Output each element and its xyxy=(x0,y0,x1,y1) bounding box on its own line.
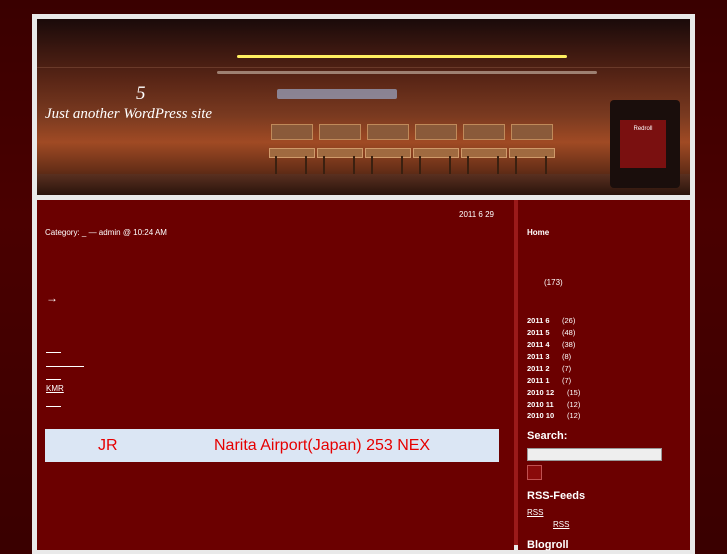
chair xyxy=(269,124,315,174)
light-streak xyxy=(277,89,397,99)
route-banner: JR Narita Airport(Japan) 253 NEX xyxy=(45,429,499,462)
archive-count: (38) xyxy=(562,340,576,349)
kmr-line: KMR xyxy=(46,384,64,393)
chair xyxy=(317,124,363,174)
dash-mark xyxy=(46,360,84,369)
dash-mark xyxy=(46,346,61,355)
post-meta: Category: _ — admin @ 10:24 AM xyxy=(45,228,167,237)
search-heading: Search: xyxy=(527,430,568,442)
light-streak xyxy=(237,55,567,58)
chair xyxy=(461,124,507,174)
archive-item[interactable]: 2010 10 xyxy=(527,411,554,420)
platform-floor xyxy=(37,174,690,195)
trash-bin: Redroll xyxy=(610,100,680,188)
rss-heading: RSS-Feeds xyxy=(527,490,586,502)
post-date: 2011 6 29 xyxy=(459,210,494,219)
light-streak xyxy=(37,67,690,68)
sidebar: Home (173) 2011 6 (26) 2011 5 (48) 2011 … xyxy=(518,200,690,551)
archive-item[interactable]: 2011 2 xyxy=(527,364,550,373)
kmr-link[interactable]: KMR xyxy=(46,384,64,393)
archive-item[interactable]: 2010 11 xyxy=(527,400,554,409)
bin-sign: Redroll xyxy=(620,120,666,168)
rss-comments-link[interactable]: RSS xyxy=(553,520,569,529)
archive-item[interactable]: 2010 12 xyxy=(527,388,554,397)
chair xyxy=(365,124,411,174)
dash-mark xyxy=(46,400,61,409)
blog-title[interactable]: 5 xyxy=(136,83,146,105)
dash-mark xyxy=(46,373,61,382)
light-streak xyxy=(217,71,597,74)
blogroll-heading: Blogroll xyxy=(527,539,569,551)
arrow-icon: → xyxy=(46,291,58,305)
archive-item[interactable]: 2011 4 xyxy=(527,340,550,349)
banner-jr: JR xyxy=(98,437,118,454)
archive-count: (15) xyxy=(567,388,581,397)
blog-description: Just another WordPress site xyxy=(45,106,213,122)
post-count: (173) xyxy=(544,278,563,287)
archive-count: (48) xyxy=(562,328,576,337)
chair xyxy=(413,124,459,174)
archive-count: (8) xyxy=(562,352,572,361)
archive-count: (7) xyxy=(562,376,572,385)
archive-count: (7) xyxy=(562,364,572,373)
sidebar-home-link[interactable]: Home xyxy=(527,228,549,237)
rss-feed-link[interactable]: RSS xyxy=(527,508,543,517)
header-image: Redroll 5 Just another WordPress site xyxy=(37,19,690,195)
archive-item[interactable]: 2011 6 xyxy=(527,316,550,325)
banner-narita: Narita Airport(Japan) 253 NEX xyxy=(214,437,431,454)
main-content: 2011 6 29 Category: _ — admin @ 10:24 AM… xyxy=(37,200,514,550)
search-input[interactable] xyxy=(527,448,662,461)
archive-item[interactable]: 2011 1 xyxy=(527,376,550,385)
archive-item[interactable]: 2011 5 xyxy=(527,328,550,337)
search-button[interactable] xyxy=(527,465,542,480)
archive-count: (12) xyxy=(567,411,581,420)
archive-item[interactable]: 2011 3 xyxy=(527,352,550,361)
chair xyxy=(509,124,555,174)
archive-count: (26) xyxy=(562,316,576,325)
archive-count: (12) xyxy=(567,400,581,409)
